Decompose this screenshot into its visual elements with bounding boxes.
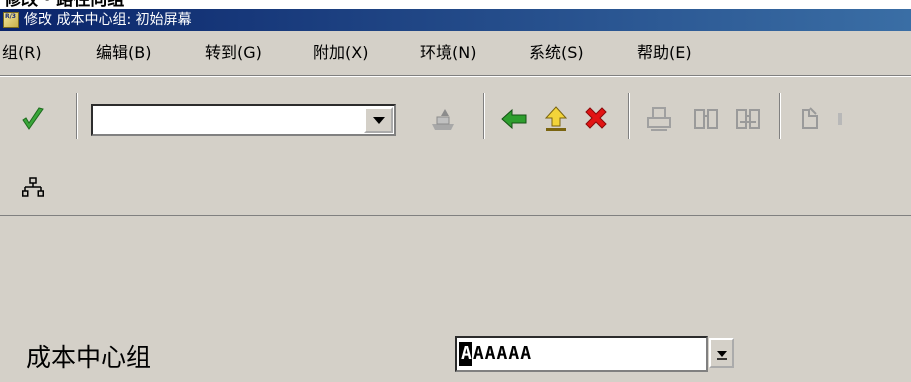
menu-edit[interactable]: 编辑(B) <box>96 31 151 75</box>
cancel-x-icon[interactable] <box>581 104 611 134</box>
cost-center-group-value: AAAAAA <box>461 343 532 364</box>
cost-center-group-input[interactable]: AAAAAA <box>455 336 708 372</box>
value-rest: AAAAA <box>472 343 533 364</box>
menu-goto[interactable]: 转到(G) <box>205 31 262 75</box>
command-field[interactable] <box>91 104 396 136</box>
find-next-icon[interactable] <box>733 104 763 134</box>
back-arrow-icon[interactable] <box>499 104 529 134</box>
dropdown-arrow-icon <box>717 351 727 360</box>
menu-bar: 组(R) 编辑(B) 转到(G) 附加(X) 环境(N) 系统(S) 帮助(E) <box>0 31 911 76</box>
window-title: 修改 成本中心组: 初始屏幕 <box>24 12 192 28</box>
logo-text: R/3 <box>5 13 16 20</box>
save-icon[interactable] <box>428 104 458 134</box>
menu-system[interactable]: 系统(S) <box>529 31 584 75</box>
exit-up-icon[interactable] <box>541 104 571 134</box>
toolbar-separator <box>76 93 78 139</box>
sap-logo-icon: R/3 <box>3 12 19 28</box>
menu-environment[interactable]: 环境(N) <box>420 31 476 75</box>
chevron-down-icon <box>372 117 385 124</box>
print-icon[interactable] <box>644 104 674 134</box>
command-dropdown-button[interactable] <box>364 107 393 133</box>
enter-check-icon[interactable] <box>18 104 48 134</box>
toolbar-separator <box>628 93 630 139</box>
toolbar-separator <box>779 93 781 139</box>
first-page-icon[interactable] <box>795 104 825 134</box>
menu-extras[interactable]: 附加(X) <box>313 31 368 75</box>
menu-group[interactable]: 组(R) <box>2 31 42 75</box>
application-toolbar <box>0 159 911 216</box>
cursor-char: A <box>461 343 473 364</box>
menu-help[interactable]: 帮助(E) <box>637 31 692 75</box>
system-toolbar <box>0 76 911 160</box>
value-help-button[interactable] <box>709 338 734 368</box>
find-icon[interactable] <box>691 104 721 134</box>
content-area: 成本中心组 AAAAAA <box>0 216 911 382</box>
window-title-bar: R/3 修改 成本中心组: 初始屏幕 <box>0 9 911 31</box>
cropped-caption: 修改 · 路径向组 <box>0 0 911 9</box>
cost-center-group-label: 成本中心组 <box>26 343 152 372</box>
cropped-icon-fragment <box>838 113 842 125</box>
toolbar-separator <box>483 93 485 139</box>
command-input[interactable] <box>95 108 359 132</box>
hierarchy-icon[interactable] <box>22 177 44 199</box>
